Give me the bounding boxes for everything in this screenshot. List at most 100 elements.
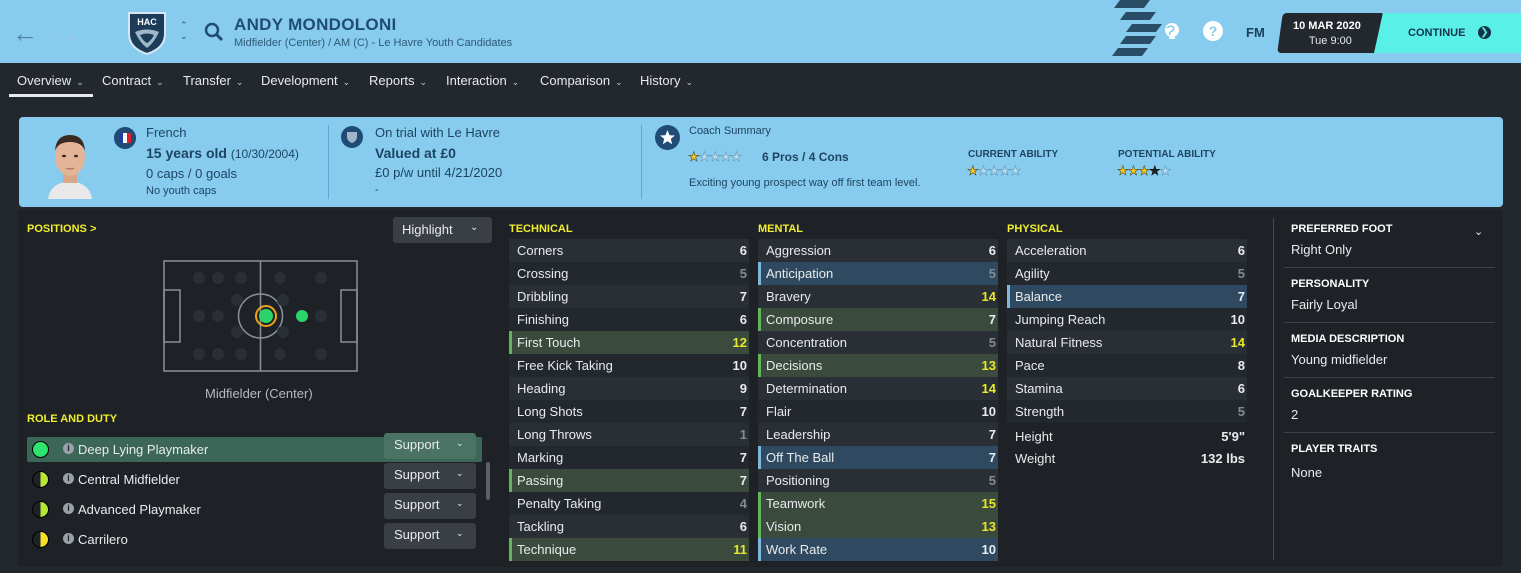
tab-comparison[interactable]: Comparison ⌄ [540,73,623,88]
attribute-row[interactable]: Stamina 6 [1007,377,1247,400]
attribute-row[interactable]: Long Throws 1 [509,423,749,446]
star-icon: ★ [1138,163,1150,179]
youth-caps: No youth caps [146,185,217,197]
attribute-row[interactable]: Leadership 7 [758,423,998,446]
attribute-row[interactable]: Work Rate 10 [758,538,998,561]
duty-dropdown[interactable]: Support ⌄ [384,523,476,549]
attribute-name: Passing [517,473,564,488]
club-status[interactable]: On trial with Le Havre [375,125,500,140]
chevron-down-icon[interactable]: ⌄ [1474,225,1483,238]
height-row: Height 5'9" [1007,425,1247,447]
role-name: Deep Lying Playmaker [78,442,209,457]
attribute-row[interactable]: Aggression 6 [758,239,998,262]
role-row[interactable]: i Carrilero Support ⌄ [27,523,482,552]
highlight-dropdown[interactable]: Highlight ⌄ [393,217,492,243]
duty-dropdown[interactable]: Support ⌄ [384,433,476,459]
attribute-row[interactable]: Off The Ball 7 [758,446,998,469]
attribute-row[interactable]: Agility 5 [1007,262,1247,285]
attribute-name: Decisions [766,358,823,373]
attribute-row[interactable]: Crossing 5 [509,262,749,285]
attribute-row[interactable]: Balance 7 [1007,285,1247,308]
role-row[interactable]: i Advanced Playmaker Support ⌄ [27,493,482,522]
positions-title[interactable]: POSITIONS > [27,223,96,235]
player-avatar[interactable] [44,127,96,199]
club-crest-icon[interactable]: HAC [126,10,168,56]
tab-contract[interactable]: Contract ⌄ [102,73,164,88]
tab-interaction[interactable]: Interaction ⌄ [446,73,519,88]
fm-menu-button[interactable]: FM [1246,25,1265,40]
attribute-row[interactable]: Decisions 13 [758,354,998,377]
attribute-row[interactable]: Concentration 5 [758,331,998,354]
role-row[interactable]: i Deep Lying Playmaker Support ⌄ [27,433,482,462]
attribute-row[interactable]: Anticipation 5 [758,262,998,285]
attribute-row[interactable]: Heading 9 [509,377,749,400]
attribute-row[interactable]: Corners 6 [509,239,749,262]
help-icon[interactable]: ? [1203,21,1223,41]
attribute-row[interactable]: Strength 5 [1007,400,1247,423]
attribute-value: 14 [981,381,996,396]
tab-development[interactable]: Development ⌄ [261,73,350,88]
game-date-box[interactable]: 10 MAR 2020 Tue 9:00 [1277,13,1385,53]
attribute-name: Balance [1015,289,1062,304]
tab-reports[interactable]: Reports ⌄ [369,73,427,88]
tab-overview[interactable]: Overview ⌄ [17,73,84,88]
info-icon[interactable]: i [63,503,74,514]
role-row[interactable]: i Central Midfielder Support ⌄ [27,463,482,492]
pros-cons[interactable]: 6 Pros / 4 Cons [762,150,849,164]
attribute-row[interactable]: Finishing 6 [509,308,749,331]
continue-label: CONTINUE [1408,27,1466,39]
attribute-row[interactable]: Teamwork 15 [758,492,998,515]
role-list-scrollbar[interactable] [486,462,490,500]
tab-transfer[interactable]: Transfer ⌄ [183,73,243,88]
physical-title: PHYSICAL [1007,223,1063,235]
forward-arrow-icon[interactable]: → [53,20,79,46]
divider [328,125,329,199]
attribute-row[interactable]: Technique 11 [509,538,749,561]
attribute-row[interactable]: Vision 13 [758,515,998,538]
personality-label: PERSONALITY [1291,278,1370,290]
attribute-name: Finishing [517,312,570,327]
attribute-row[interactable]: Pace 8 [1007,354,1247,377]
attribute-row[interactable]: Penalty Taking 4 [509,492,749,515]
tab-history[interactable]: History ⌄ [640,73,693,88]
club-badge-icon [341,126,363,148]
attribute-row[interactable]: First Touch 12 [509,331,749,354]
attribute-value: 7 [988,450,996,465]
attribute-row[interactable]: Positioning 5 [758,469,998,492]
chevron-down-icon: ⌄ [511,77,520,87]
attribute-row[interactable]: Composure 7 [758,308,998,331]
divider [1284,432,1495,433]
attribute-row[interactable]: Acceleration 6 [1007,239,1247,262]
attribute-row[interactable]: Determination 14 [758,377,998,400]
attribute-row[interactable]: Bravery 14 [758,285,998,308]
attribute-row[interactable]: Passing 7 [509,469,749,492]
attribute-row[interactable]: Dribbling 7 [509,285,749,308]
attribute-row[interactable]: Long Shots 7 [509,400,749,423]
globe-icon[interactable] [1162,21,1182,41]
attribute-name: Penalty Taking [517,496,602,511]
info-icon[interactable]: i [63,533,74,544]
height-label: Height [1015,429,1053,444]
player-switch-arrows-icon[interactable]: ⌃ ⌄ [180,20,188,42]
search-icon[interactable] [203,21,225,43]
info-icon[interactable]: i [63,473,74,484]
attribute-name: Strength [1015,404,1065,419]
attribute-row[interactable]: Marking 7 [509,446,749,469]
header-bar: ← → HAC ⌃ ⌄ ANDY MONDOLONI Midfielder (Ce… [0,0,1521,63]
personality-value: Fairly Loyal [1291,297,1358,312]
duty-dropdown[interactable]: Support ⌄ [384,493,476,519]
position-pitch[interactable] [163,260,358,372]
info-icon[interactable]: i [63,443,74,454]
attribute-row[interactable]: Free Kick Taking 10 [509,354,749,377]
attribute-row[interactable]: Flair 10 [758,400,998,423]
attribute-row[interactable]: Natural Fitness 14 [1007,331,1247,354]
attribute-name: Vision [766,519,802,534]
tab-bar: Overview ⌄ Contract ⌄ Transfer ⌄ Developmen… [0,63,1521,99]
continue-button[interactable]: CONTINUE ❯ [1374,13,1521,53]
duty-dropdown[interactable]: Support ⌄ [384,463,476,489]
attribute-name: Acceleration [1015,243,1087,258]
back-arrow-icon[interactable]: ← [12,20,38,46]
attribute-row[interactable]: Tackling 6 [509,515,749,538]
attribute-row[interactable]: Jumping Reach 10 [1007,308,1247,331]
nationality[interactable]: French [146,125,186,140]
